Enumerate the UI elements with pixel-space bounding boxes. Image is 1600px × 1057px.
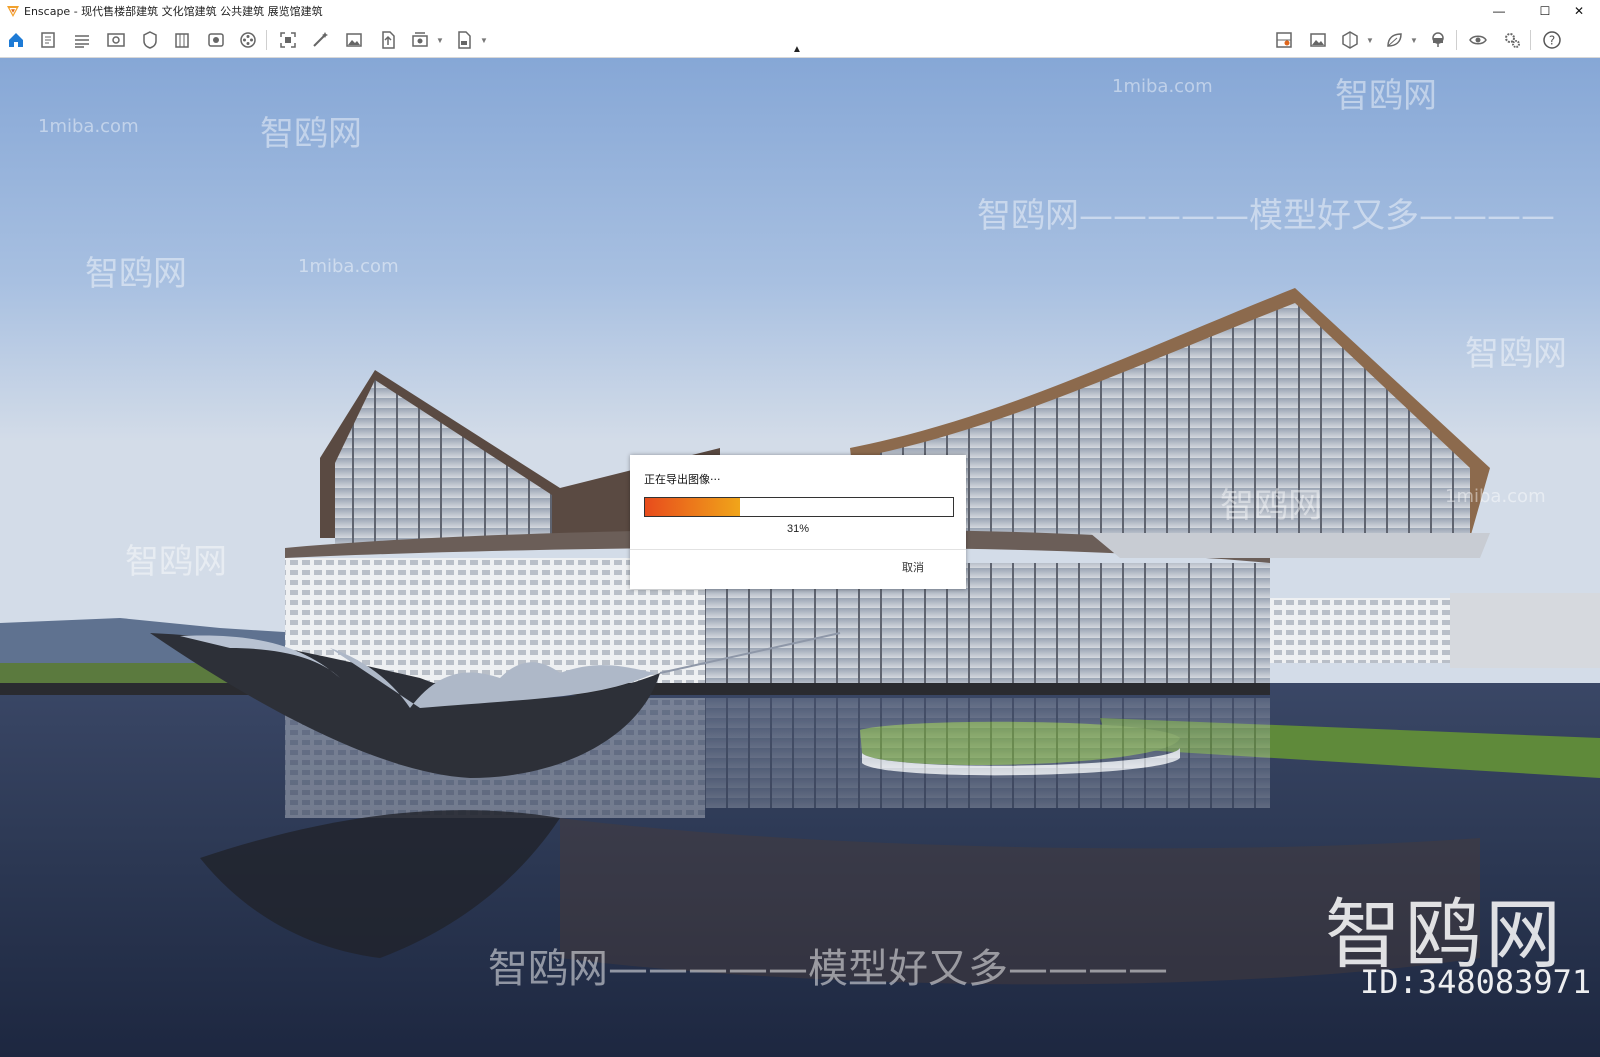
shield-button[interactable] (138, 28, 162, 52)
vr-button[interactable] (1426, 28, 1450, 52)
svg-text:?: ? (1549, 34, 1555, 48)
maximize-icon: ☐ (1539, 4, 1551, 18)
image-icon (346, 33, 362, 47)
document-icon (41, 32, 55, 48)
home-button[interactable] (4, 28, 28, 52)
panorama-button[interactable] (204, 28, 228, 52)
watermark-site-text: 1miba.com (298, 256, 399, 277)
gallery-icon (1310, 33, 1326, 47)
film-reel-icon (240, 32, 256, 48)
toolbar-separator (1530, 30, 1531, 50)
document-button[interactable] (36, 28, 60, 52)
watermark-site-text: 1miba.com (38, 116, 139, 137)
watermark-brand-text: 智鸥网 (260, 114, 362, 154)
watermark-brand-text: 智鸥网 (125, 542, 227, 582)
gallery-button[interactable] (1306, 28, 1330, 52)
vr-headset-icon (1432, 32, 1444, 47)
close-button[interactable]: ✕ (1556, 0, 1600, 22)
leaf-icon (1387, 33, 1402, 47)
toolbar-separator (1456, 30, 1457, 50)
watermark-brand-text: 智鸥网 (1465, 334, 1567, 374)
toolbar-separator (266, 30, 267, 50)
watermark-id-text: ID:348083971 (1360, 963, 1592, 1001)
panorama-icon (208, 33, 224, 47)
home-icon (9, 33, 23, 47)
capture-button[interactable] (276, 28, 300, 52)
bim-icon (75, 35, 89, 48)
title-bar: Enscape - 现代售楼部建筑 文化馆建筑 公共建筑 展览馆建筑 — ☐ ✕ (0, 0, 1600, 22)
watermark-site-text: 1miba.com (1445, 486, 1546, 507)
material-button[interactable] (1382, 28, 1406, 52)
visual-settings-button[interactable] (1466, 28, 1490, 52)
watermark-site-text: 1miba.com (1112, 76, 1213, 97)
dialog-title: 正在导出图像··· (644, 473, 721, 486)
export-button[interactable] (452, 28, 476, 52)
cube-icon (1342, 31, 1358, 49)
minimize-icon: — (1493, 4, 1505, 18)
map-pin-icon (1276, 32, 1292, 48)
building-button[interactable] (170, 28, 194, 52)
settings-gear-icon (1505, 33, 1520, 48)
watermark-slogan-text: 智鸥网—————模型好又多———— (488, 946, 1168, 992)
building-icon (175, 33, 189, 48)
watermark-brand-text: 智鸥网 (85, 254, 187, 294)
batch-render-dropdown-chevron-down-icon[interactable]: ▼ (436, 36, 444, 45)
map-button[interactable] (1272, 28, 1296, 52)
watermark-slogan-text: 智鸥网—————模型好又多———— (977, 196, 1555, 236)
file-upload-icon (382, 31, 395, 49)
eye-view-icon (107, 33, 125, 47)
minimize-button[interactable]: — (1476, 0, 1522, 22)
enscape-logo-icon (7, 6, 19, 17)
export-file-icon (458, 31, 471, 49)
batch-render-icon (412, 32, 428, 47)
window-title: Enscape - 现代售楼部建筑 文化馆建筑 公共建筑 展览馆建筑 (24, 5, 323, 18)
dialog-divider (630, 549, 966, 550)
capture-icon (280, 32, 296, 48)
export-progress-bar (644, 497, 954, 517)
settings-button[interactable] (1500, 28, 1524, 52)
file-upload-button[interactable] (376, 28, 400, 52)
asset-dropdown-chevron-down-icon[interactable]: ▼ (1366, 36, 1374, 45)
magic-wand-button[interactable] (308, 28, 332, 52)
export-progress-dialog: 正在导出图像··· 31% 取消 (630, 455, 966, 589)
collapse-toolbar-chevron-up-icon[interactable]: ▲ (792, 44, 802, 55)
view-button[interactable] (104, 28, 128, 52)
help-button[interactable]: ? (1540, 28, 1564, 52)
visual-settings-icon (1469, 35, 1487, 45)
video-button[interactable] (236, 28, 260, 52)
progress-fill (645, 498, 740, 516)
progress-percent: 31% (786, 523, 810, 535)
close-icon: ✕ (1573, 4, 1585, 18)
magic-wand-icon (313, 32, 328, 47)
help-icon: ? (1543, 31, 1561, 49)
cancel-button[interactable]: 取消 (902, 559, 924, 575)
export-dropdown-chevron-down-icon[interactable]: ▼ (480, 36, 488, 45)
shield-icon (143, 31, 157, 49)
asset-library-button[interactable] (1338, 28, 1362, 52)
batch-render-button[interactable] (408, 28, 432, 52)
watermark-brand-text: 智鸥网 (1335, 76, 1437, 116)
material-dropdown-chevron-down-icon[interactable]: ▼ (1410, 36, 1418, 45)
bim-button[interactable] (70, 28, 94, 52)
screenshot-button[interactable] (342, 28, 366, 52)
watermark-brand-text: 智鸥网 (1220, 486, 1322, 526)
